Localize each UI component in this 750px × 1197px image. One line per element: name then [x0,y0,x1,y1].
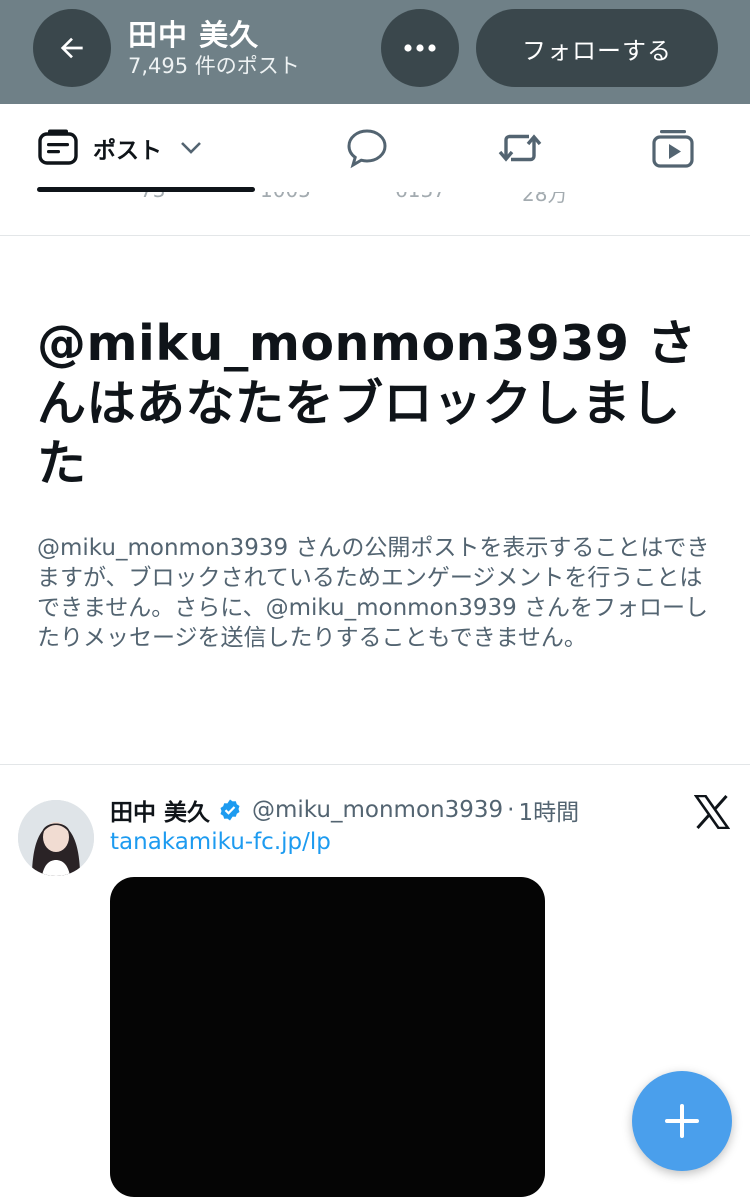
post-media[interactable] [110,877,545,1197]
repost-icon [498,134,542,162]
more-button[interactable] [381,9,459,87]
divider [0,764,750,765]
speech-bubble-icon [347,129,387,169]
compose-button[interactable] [632,1071,732,1171]
verified-badge-icon [218,798,242,822]
plus-icon [665,1104,699,1138]
post-handle[interactable]: @miku_monmon3939 [252,797,503,823]
back-button[interactable] [33,9,111,87]
post-count: 7,495 件のポスト [128,54,300,78]
profile-name: 田中 美久 [128,18,260,52]
video-icon [652,130,694,168]
chevron-down-icon [181,142,201,154]
view-count: 28万 [522,192,568,206]
blocked-description: @miku_monmon3939 さんの公開ポストを表示することはできますが、ブ… [37,535,710,651]
x-logo-icon [693,794,731,833]
separator-dot: · [507,797,515,823]
blocked-title: @miku_monmon3939 さんはあなたをブロックしました [37,315,697,492]
tab-media[interactable] [651,104,695,192]
tab-reposts[interactable] [496,104,544,192]
post-card-icon [38,129,78,165]
previous-post-actions: 73 1005 6137 28万 [0,192,750,236]
avatar-image [18,800,94,876]
repost-count: 1005 [260,192,311,202]
like-count: 6137 [395,192,446,202]
post-timestamp[interactable]: 1時間 [518,793,579,827]
reply-count: 73 [140,192,165,202]
profile-tabs: ポスト [0,104,750,192]
follow-button[interactable]: フォローする [476,9,718,87]
post-link[interactable]: tanakamiku-fc.jp/lp [110,829,331,855]
tab-posts[interactable]: ポスト [37,104,255,192]
tab-replies[interactable] [345,104,389,192]
profile-header: 田中 美久 7,495 件のポスト フォローする [0,0,750,104]
header-title: 田中 美久 7,495 件のポスト [128,17,300,79]
arrow-left-icon [60,37,83,59]
ellipsis-icon [404,44,436,52]
tab-posts-label: ポスト [93,138,162,164]
post-author-name[interactable]: 田中 美久 [110,793,210,827]
post-header: 田中 美久 @miku_monmon3939 · 1時間 [110,793,700,827]
avatar[interactable] [18,800,94,876]
